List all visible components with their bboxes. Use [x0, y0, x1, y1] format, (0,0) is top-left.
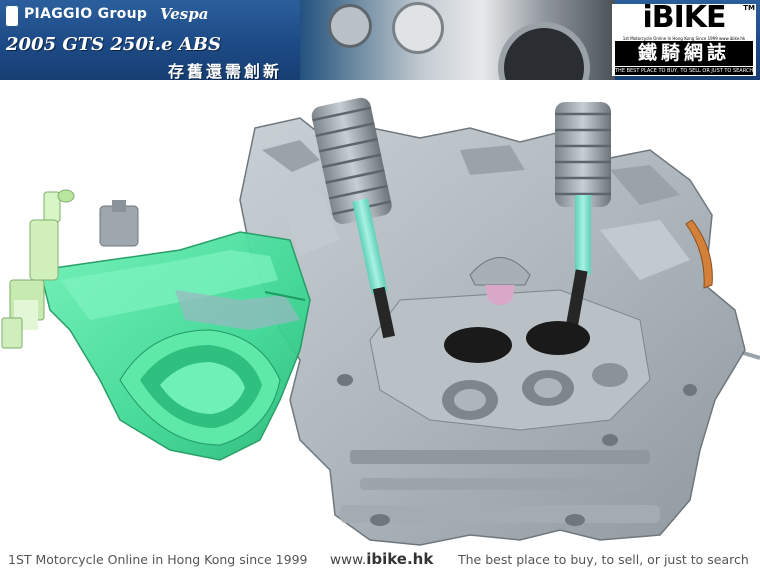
ibike-logo[interactable]: iBIKE TM 1st Motorcycle Online In Hong K…	[612, 0, 756, 76]
logo-tagline: THE BEST PLACE TO BUY, TO SELL OR JUST T…	[615, 67, 753, 75]
footer-website-link[interactable]: www.ibike.hk	[330, 550, 433, 568]
chinese-slogan: 存舊還需創新	[168, 62, 283, 80]
cylinder-head-cutaway-illustration	[1, 97, 760, 546]
vespa-logo: Vespa	[160, 5, 209, 23]
footer-left-text: 1ST Motorcycle Online in Hong Kong since…	[8, 552, 308, 567]
intake-valve-head	[444, 327, 512, 363]
scooter-photo-strip	[300, 0, 615, 80]
footer-right-text: The best place to buy, to sell, or just …	[458, 552, 749, 567]
trademark-mark: TM	[743, 4, 755, 12]
url-domain: ibike	[366, 550, 407, 568]
url-prefix: www.	[330, 552, 367, 568]
intake-manifold	[39, 231, 311, 461]
injector-boss	[99, 200, 139, 247]
logo-chinese-name: 鐵騎網誌	[615, 41, 753, 66]
ibike-logo-wordmark: iBIKE	[642, 0, 726, 35]
url-suffix: .hk	[406, 550, 434, 568]
page: PIAGGIO Group Vespa 2005 GTS 250i.e ABS …	[0, 0, 760, 570]
exhaust-valve-head	[526, 321, 590, 355]
header-banner: PIAGGIO Group Vespa 2005 GTS 250i.e ABS …	[0, 0, 760, 80]
footer: 1ST Motorcycle Online in Hong Kong since…	[0, 548, 760, 570]
piaggio-logo-icon	[6, 6, 18, 26]
model-title: 2005 GTS 250i.e ABS	[6, 34, 221, 55]
group-name: PIAGGIO Group	[24, 6, 148, 22]
